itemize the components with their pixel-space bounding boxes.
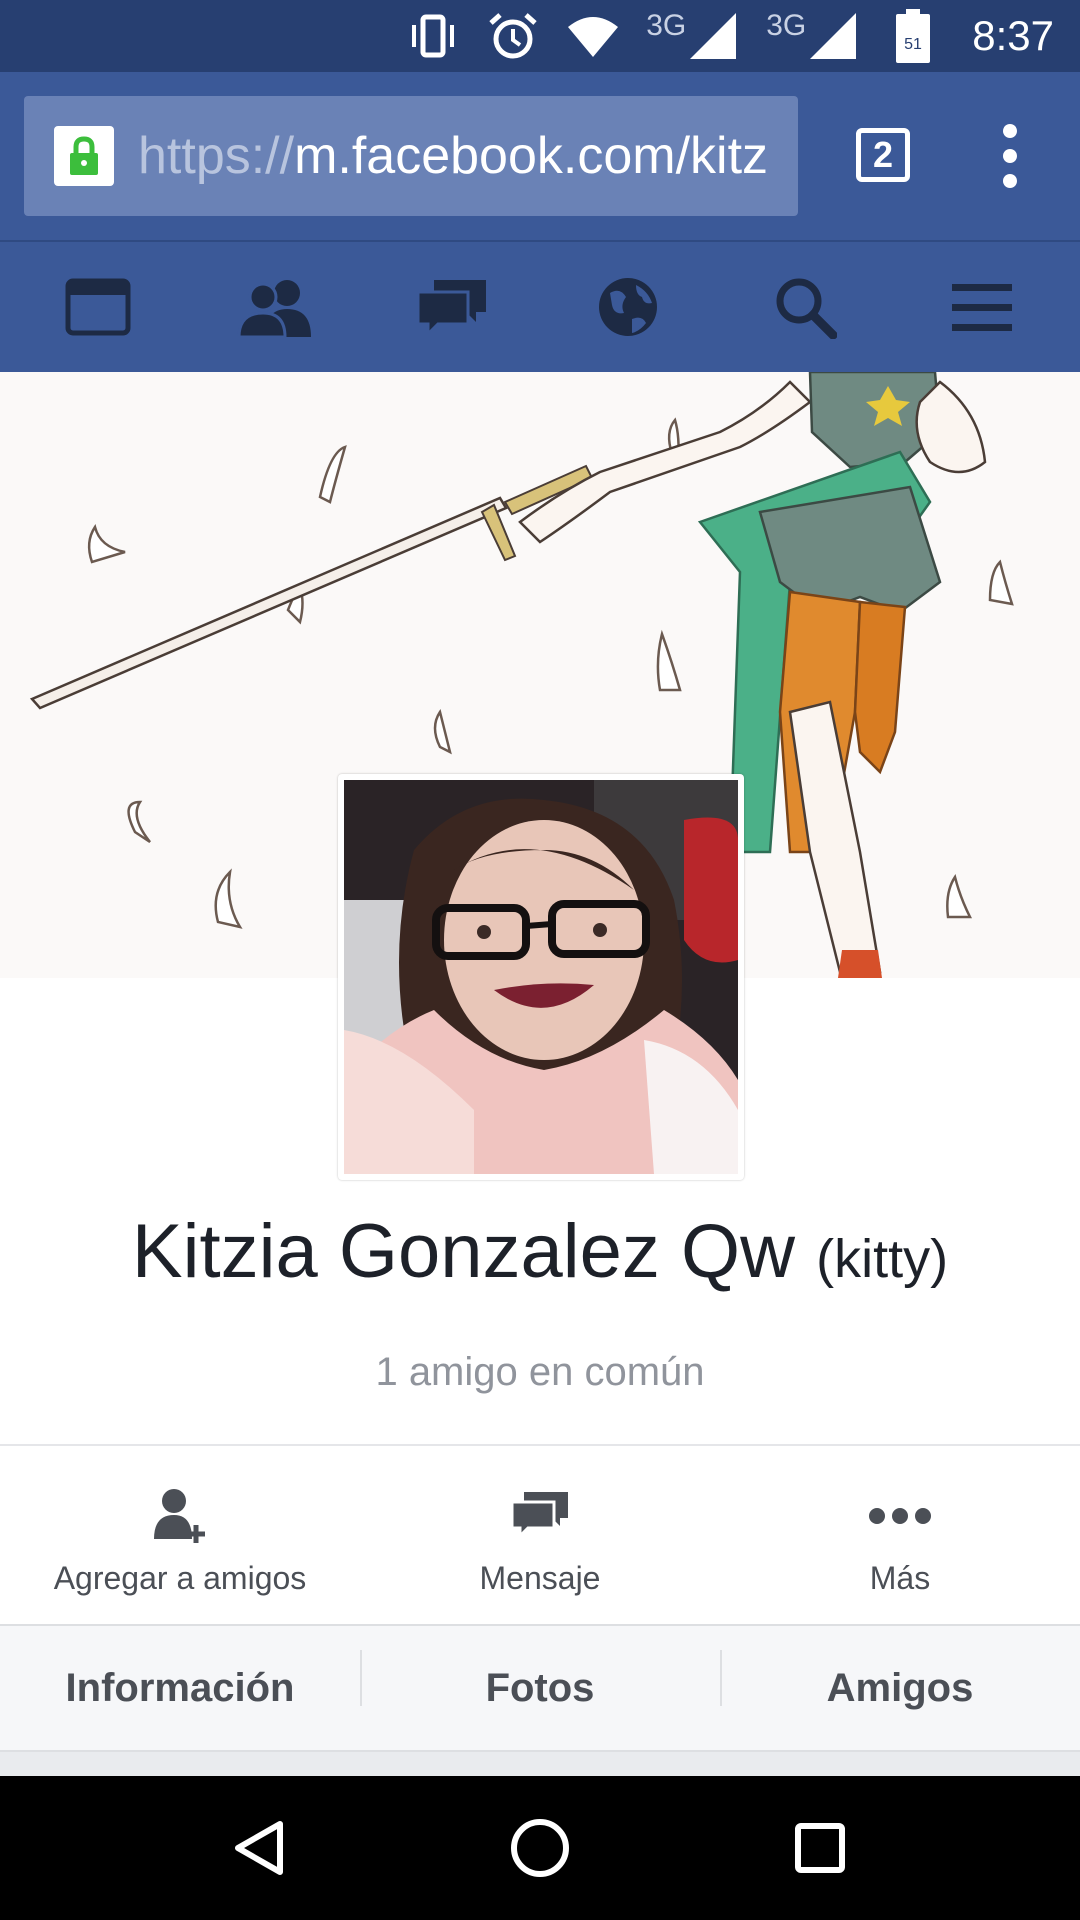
home-icon[interactable] — [500, 1808, 580, 1888]
add-friend-label: Agregar a amigos — [53, 1560, 307, 1596]
add-friend-button[interactable]: Agregar a amigos — [0, 1446, 360, 1624]
menu-dot — [1003, 149, 1017, 163]
tab-photos[interactable]: Fotos — [360, 1649, 720, 1711]
svg-text:51: 51 — [904, 36, 922, 53]
recent-apps-icon[interactable] — [780, 1808, 860, 1888]
add-friend-icon — [152, 1484, 208, 1548]
url-text: https://m.facebook.com/kitz — [138, 126, 768, 186]
back-icon[interactable] — [220, 1808, 300, 1888]
messages-icon[interactable] — [412, 267, 492, 347]
status-bar: 3G 3G 51 8:37 — [0, 0, 1080, 72]
battery-icon: 51 — [886, 9, 940, 63]
profile-photo-image — [344, 780, 738, 1174]
url-scheme: https:// — [138, 127, 295, 185]
message-button[interactable]: Mensaje — [360, 1446, 720, 1624]
network-type-label: 3G — [646, 9, 687, 42]
more-dots-icon — [869, 1484, 931, 1548]
globe-notifications-icon[interactable] — [588, 267, 668, 347]
menu-dot — [1003, 174, 1017, 188]
profile-name: Kitzia Gonzalez Qw (kitty) — [0, 1208, 1080, 1295]
signal-icon — [686, 9, 740, 63]
more-label: Más — [869, 1560, 931, 1596]
vibrate-icon — [406, 9, 460, 63]
mutual-friends-link[interactable]: 1 amigo en común — [0, 1350, 1080, 1395]
content-divider — [0, 1752, 1080, 1776]
signal-icon-2 — [806, 9, 860, 63]
alarm-icon — [486, 9, 540, 63]
profile-actions: Agregar a amigos Mensaje Más — [0, 1444, 1080, 1626]
message-label: Mensaje — [479, 1560, 601, 1596]
clock: 8:37 — [972, 12, 1054, 59]
alternate-name: (kitty) — [816, 1229, 949, 1289]
url-field[interactable]: https://m.facebook.com/kitz — [24, 96, 798, 216]
menu-dot — [1003, 124, 1017, 138]
more-button[interactable]: Más — [720, 1446, 1080, 1624]
facebook-nav-bar — [0, 240, 1080, 372]
lock-icon[interactable] — [54, 126, 114, 186]
browser-menu-button[interactable] — [990, 124, 1030, 188]
profile-tabs: Información Fotos Amigos — [0, 1626, 1080, 1752]
tab-friends[interactable]: Amigos — [720, 1649, 1080, 1711]
hamburger-menu-icon[interactable] — [942, 267, 1022, 347]
news-feed-icon[interactable] — [58, 267, 138, 347]
message-icon — [510, 1484, 570, 1548]
friend-requests-icon[interactable] — [235, 267, 315, 347]
search-icon[interactable] — [765, 267, 845, 347]
full-name: Kitzia Gonzalez Qw — [131, 1209, 796, 1294]
wifi-icon — [566, 9, 620, 63]
tab-switcher-button[interactable]: 2 — [856, 128, 910, 182]
browser-toolbar: https://m.facebook.com/kitz 2 — [0, 72, 1080, 240]
tab-information[interactable]: Información — [0, 1666, 360, 1711]
profile-picture[interactable] — [338, 774, 744, 1180]
android-navigation-bar — [0, 1776, 1080, 1920]
url-host: m.facebook.com/kitz — [294, 127, 768, 185]
network-type-label-2: 3G — [766, 9, 807, 42]
